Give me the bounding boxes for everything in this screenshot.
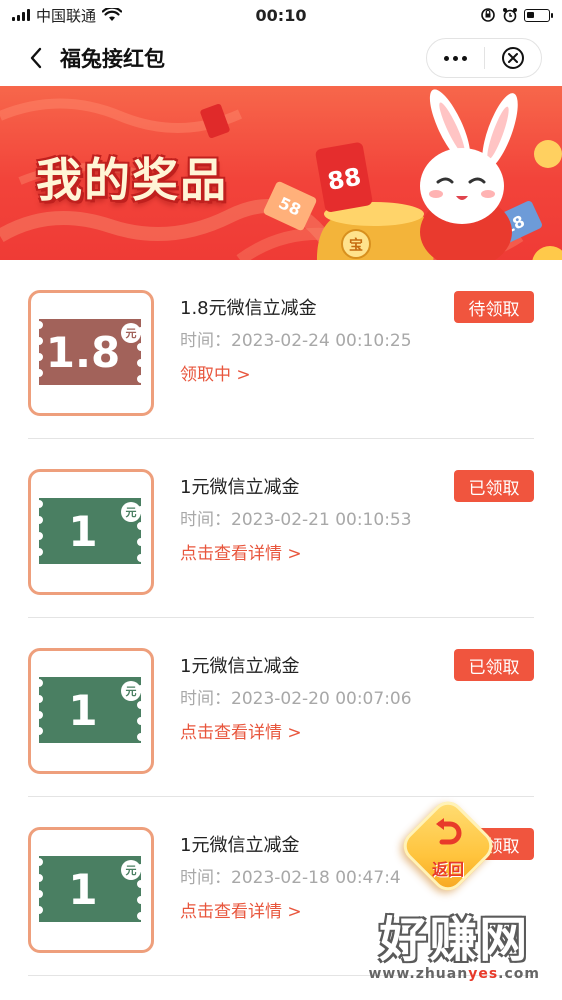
prize-time: 时间：2023-02-20 00:07:06 xyxy=(180,689,412,709)
prize-name: 1元微信立减金 xyxy=(180,477,300,498)
prize-thumbnail: 1 元 xyxy=(28,648,154,774)
status-time: 00:10 xyxy=(255,5,307,25)
prize-thumbnail: 1 元 xyxy=(28,469,154,595)
bag-card-label: 88 xyxy=(325,163,363,196)
prize-detail-link[interactable]: 点击查看详情 > xyxy=(180,718,302,743)
prize-status-button[interactable]: 已领取 xyxy=(454,649,534,681)
prize-row: 1 元 1元微信立减金 时间：2023-02-20 00:07:06 点击查看详… xyxy=(28,618,534,797)
banner-title: 我的奖品 xyxy=(36,153,228,207)
mini-program-capsule xyxy=(426,38,542,78)
close-button[interactable] xyxy=(485,39,542,77)
return-button-label: 返回 xyxy=(431,860,464,879)
prize-time: 时间：2023-02-18 00:47:4 xyxy=(180,868,401,888)
prize-row: 1.8 元 1.8元微信立减金 时间：2023-02-24 00:10:25 领… xyxy=(28,260,534,439)
battery-icon xyxy=(524,8,553,22)
alarm-icon xyxy=(503,8,517,23)
prize-status-button[interactable]: 已领取 xyxy=(454,470,534,502)
prize-banner: 58 18 宝 88 我的奖品 xyxy=(0,86,562,260)
prize-detail-link[interactable]: 领取中 > xyxy=(180,360,251,385)
back-button[interactable] xyxy=(14,36,58,80)
prize-unit-badge: 元 xyxy=(121,502,141,522)
watermark-logo: 好赚网 xyxy=(379,912,530,968)
prize-name: 1.8元微信立减金 xyxy=(180,298,317,319)
more-button[interactable] xyxy=(427,39,484,77)
return-button[interactable]: 返回 xyxy=(397,795,499,897)
prize-unit-badge: 元 xyxy=(121,860,141,880)
orientation-lock-icon xyxy=(481,8,495,22)
carrier-name: 中国联通 xyxy=(36,6,97,25)
nav-bar: 福兔接红包 xyxy=(0,30,562,86)
signal-icon xyxy=(12,9,30,21)
prize-detail-link[interactable]: 点击查看详情 > xyxy=(180,539,302,564)
bag-coin-label: 宝 xyxy=(349,237,363,254)
return-arrow-icon xyxy=(436,818,462,845)
prize-thumbnail: 1.8 元 xyxy=(28,290,154,416)
chevron-left-icon xyxy=(30,47,42,69)
prize-unit-badge: 元 xyxy=(121,323,141,343)
prize-row: 1 元 1元微信立减金 时间：2023-02-21 00:10:53 点击查看详… xyxy=(28,439,534,618)
wifi-icon xyxy=(102,8,123,21)
watermark-url: www.zhuanyes.com xyxy=(368,966,540,982)
close-circle-icon xyxy=(501,47,524,69)
prize-name: 1元微信立减金 xyxy=(180,835,300,856)
prize-time: 时间：2023-02-24 00:10:25 xyxy=(180,331,412,351)
page-title: 福兔接红包 xyxy=(60,47,165,71)
prize-status-button[interactable]: 待领取 xyxy=(454,291,534,323)
watermark: 好赚网 www.zhuanyes.com xyxy=(368,914,540,982)
prize-name: 1元微信立减金 xyxy=(180,656,300,677)
prize-thumbnail: 1 元 xyxy=(28,827,154,953)
prize-unit-badge: 元 xyxy=(121,681,141,701)
more-icon xyxy=(443,55,467,61)
status-bar: 中国联通 00:10 xyxy=(0,0,562,30)
prize-detail-link[interactable]: 点击查看详情 > xyxy=(180,897,302,922)
prize-time: 时间：2023-02-21 00:10:53 xyxy=(180,510,412,530)
